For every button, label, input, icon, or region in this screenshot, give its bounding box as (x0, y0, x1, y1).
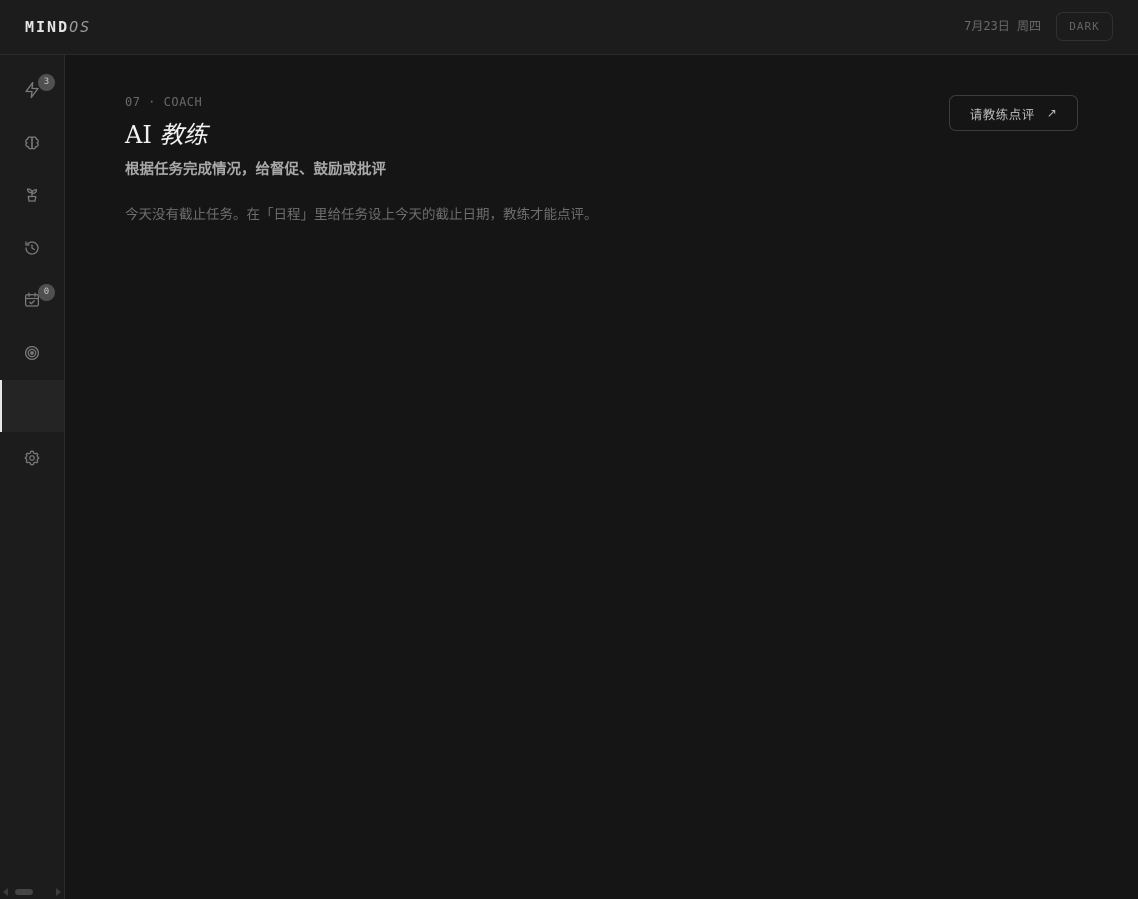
target-icon (24, 345, 40, 361)
scrollbar-thumb[interactable] (15, 889, 33, 895)
request-coach-review-button[interactable]: 请教练点评 ↗ (949, 95, 1078, 131)
logo-accent: OS (69, 18, 92, 36)
sidebar-item-coach[interactable] (0, 380, 64, 432)
coach-button-label: 请教练点评 (969, 106, 1035, 122)
history-icon (25, 241, 39, 255)
top-bar: MINDOS 7月23日 周四 DARK (0, 0, 1138, 55)
arrow-up-right-icon: ↗ (1046, 106, 1058, 120)
empty-state-message: 今天没有截止任务。在「日程」里给任务设上今天的截止日期，教练才能点评。 (125, 207, 598, 223)
sidebar: 3 0 (0, 55, 65, 899)
brain-icon (25, 136, 39, 150)
sidebar-item-quick[interactable]: 3 (0, 64, 64, 116)
badge-count: 3 (38, 74, 55, 91)
section-eyebrow: 07 · COACH (125, 95, 203, 109)
sidebar-item-history[interactable] (0, 222, 64, 274)
logo-main: MIND (25, 18, 70, 36)
sprout-icon (26, 188, 38, 202)
coach-panel: 07 · COACH AI 教练 根据任务完成情况，给督促、鼓励或批评 今天没有… (65, 55, 1138, 899)
theme-toggle-button[interactable]: DARK (1056, 12, 1113, 41)
page-title: AI 教练 (125, 117, 207, 153)
badge-count: 0 (38, 284, 55, 301)
app-logo[interactable]: MINDOS (25, 17, 91, 37)
title-prefix: AI (125, 121, 152, 149)
current-date: 7月23日 周四 (964, 19, 1041, 33)
scroll-right-icon[interactable] (56, 888, 61, 896)
horizontal-scrollbar[interactable] (0, 885, 64, 899)
settings-icon (24, 450, 40, 466)
sidebar-item-settings[interactable] (0, 432, 64, 484)
sidebar-item-growth[interactable] (0, 169, 64, 221)
sidebar-item-mind[interactable] (0, 117, 64, 169)
sidebar-item-schedule[interactable]: 0 (0, 274, 64, 326)
title-emphasis: 教练 (159, 121, 208, 149)
scroll-left-icon[interactable] (3, 888, 8, 896)
sidebar-item-goals[interactable] (0, 327, 64, 379)
page-subtitle: 根据任务完成情况，给督促、鼓励或批评 (125, 162, 386, 178)
